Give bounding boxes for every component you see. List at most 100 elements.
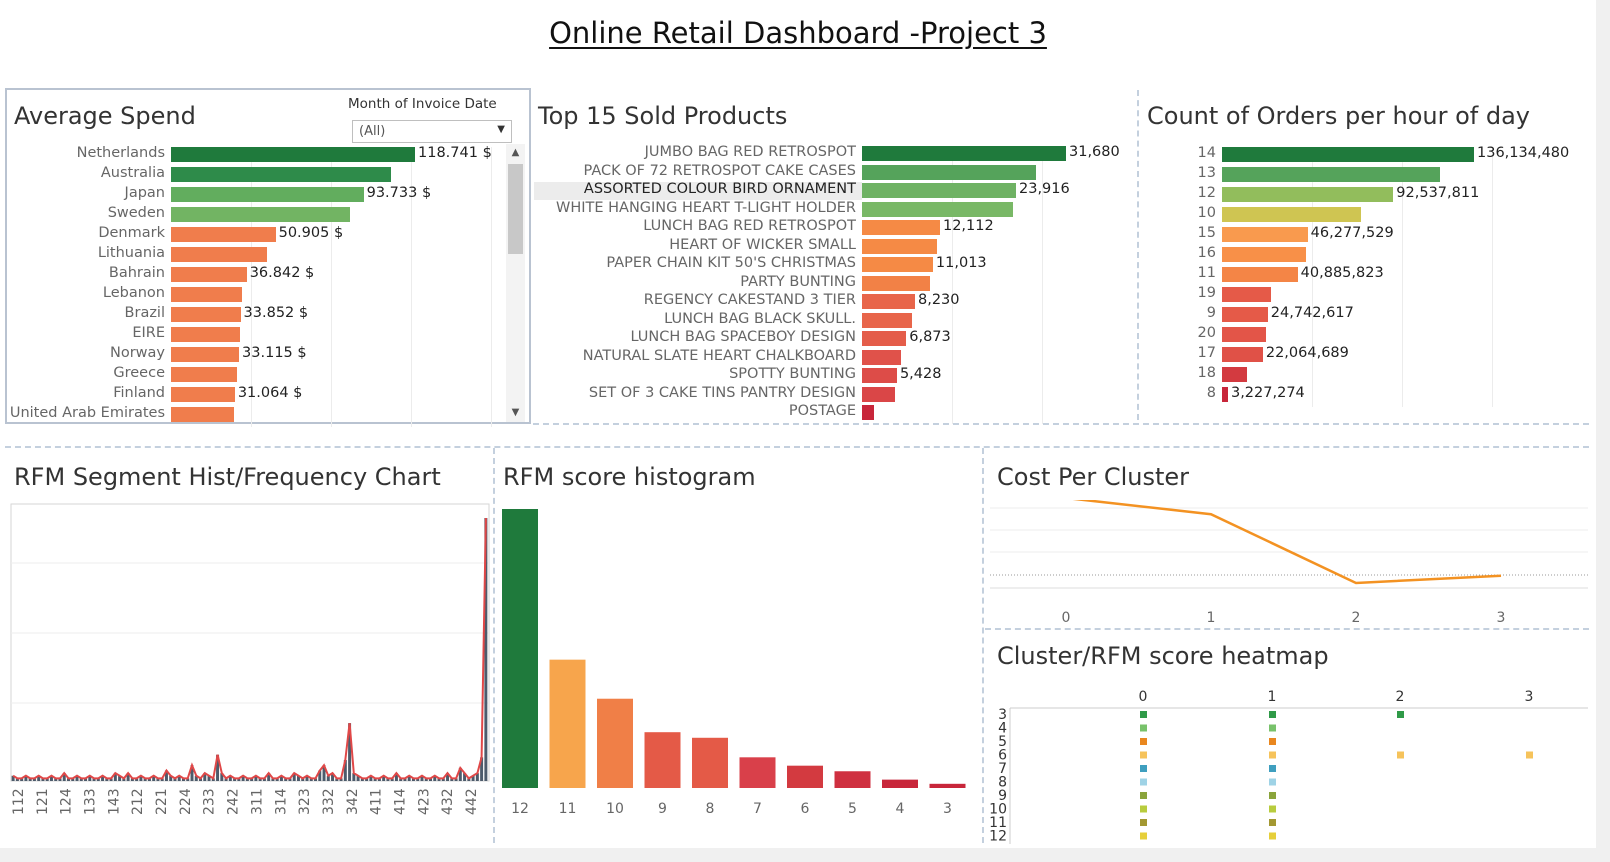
heatmap-cell[interactable]	[1397, 711, 1404, 718]
x-tick-label: 414	[393, 788, 409, 815]
bar[interactable]	[171, 247, 267, 262]
bar[interactable]	[862, 275, 931, 291]
bar-label: 10	[1197, 205, 1216, 221]
heatmap-cell[interactable]	[1140, 738, 1147, 745]
heatmap-cell[interactable]	[1140, 819, 1147, 826]
heatmap-cell[interactable]	[1140, 832, 1147, 840]
heatmap-cell[interactable]	[1140, 778, 1147, 786]
heatmap-cell[interactable]	[1269, 778, 1276, 786]
heatmap-cell[interactable]	[1269, 738, 1276, 745]
x-tick-label: 6	[801, 801, 810, 817]
bar[interactable]	[1222, 367, 1247, 382]
bar[interactable]	[171, 227, 276, 242]
bar[interactable]	[171, 367, 237, 382]
heatmap-cell[interactable]	[1269, 711, 1276, 718]
bar[interactable]	[862, 294, 915, 309]
bar[interactable]	[171, 307, 241, 322]
month-filter-dropdown[interactable]: (All) ▼	[352, 120, 512, 143]
heatmap-cell[interactable]	[1526, 751, 1533, 759]
bar[interactable]	[171, 167, 391, 182]
histogram-bar[interactable]	[834, 771, 871, 788]
heatmap-cell[interactable]	[1140, 805, 1147, 813]
bar-value: 23,916	[1019, 181, 1070, 197]
bar[interactable]	[1222, 287, 1272, 302]
bar[interactable]	[1222, 247, 1307, 262]
bar[interactable]	[1222, 347, 1263, 362]
bar-label: EIRE	[132, 325, 165, 341]
bar[interactable]	[1222, 267, 1298, 282]
bar-value: 50.905 $	[278, 225, 344, 241]
bar[interactable]	[862, 201, 1014, 217]
histogram-bar[interactable]	[692, 737, 728, 788]
divider	[533, 423, 1589, 425]
bar[interactable]	[171, 407, 234, 422]
bar[interactable]	[1222, 307, 1268, 322]
bar[interactable]	[862, 386, 896, 402]
bar[interactable]	[862, 257, 933, 272]
histogram-bar[interactable]	[502, 509, 538, 788]
grid-line	[1492, 147, 1493, 407]
heatmap-cell[interactable]	[1269, 805, 1276, 813]
bar-label: 20	[1197, 325, 1216, 341]
bar[interactable]	[171, 387, 235, 402]
bar[interactable]	[862, 405, 874, 420]
column-header: 2	[1396, 689, 1405, 705]
scroll-thumb[interactable]	[508, 164, 523, 254]
histogram-bar[interactable]	[929, 783, 966, 788]
histogram-bar[interactable]	[787, 765, 823, 788]
bar[interactable]	[171, 347, 240, 362]
bar[interactable]	[171, 267, 247, 282]
bar[interactable]	[862, 312, 913, 328]
heatmap-cell[interactable]	[1140, 724, 1147, 732]
heatmap-cell[interactable]	[1269, 751, 1276, 759]
bar[interactable]	[171, 147, 415, 162]
bar[interactable]	[1222, 387, 1228, 402]
heatmap-cell[interactable]	[1269, 832, 1276, 840]
bar-value: 136,134,480	[1477, 145, 1570, 161]
scroll-down-icon[interactable]: ▼	[506, 404, 525, 422]
bar-value: 118.741 $	[418, 145, 492, 161]
divider	[985, 628, 1589, 630]
bar-value: 92,537,811	[1396, 185, 1480, 201]
scrollbar[interactable]: ▲ ▼	[506, 144, 525, 422]
bar[interactable]	[1222, 227, 1308, 242]
bar[interactable]	[862, 220, 940, 235]
heatmap-cell[interactable]	[1269, 792, 1276, 799]
chevron-down-icon: ▼	[497, 124, 505, 135]
histogram-bar[interactable]	[882, 779, 918, 788]
heatmap-cell[interactable]	[1140, 751, 1147, 759]
bar[interactable]	[171, 327, 240, 342]
x-tick-label: 314	[273, 788, 289, 815]
heatmap-cell[interactable]	[1140, 792, 1147, 799]
scroll-up-icon[interactable]: ▲	[506, 144, 525, 162]
bar-label: LUNCH BAG RED RETROSPOT	[643, 218, 856, 234]
histogram-bar[interactable]	[739, 757, 776, 788]
bar-label: WHITE HANGING HEART T-LIGHT HOLDER	[555, 199, 856, 216]
row-label: 12	[990, 829, 1007, 845]
heatmap-cell[interactable]	[1269, 819, 1276, 826]
bar[interactable]	[862, 164, 1036, 180]
heatmap-cell[interactable]	[1269, 724, 1276, 732]
bar[interactable]	[862, 238, 937, 254]
bar[interactable]	[862, 146, 1066, 161]
heatmap-cell[interactable]	[1140, 711, 1147, 718]
bar[interactable]	[171, 187, 364, 202]
bar[interactable]	[1222, 167, 1441, 182]
histogram-bar[interactable]	[549, 659, 586, 788]
bar[interactable]	[862, 368, 897, 383]
bar[interactable]	[862, 349, 902, 365]
bar-label: 9	[1206, 305, 1216, 321]
histogram-bar[interactable]	[644, 732, 681, 788]
bar[interactable]	[862, 183, 1016, 198]
heatmap-cell[interactable]	[1269, 765, 1276, 772]
heatmap-cell[interactable]	[1397, 751, 1404, 759]
bar[interactable]	[1222, 147, 1474, 162]
bar[interactable]	[1222, 187, 1394, 202]
bar[interactable]	[862, 331, 907, 346]
bar[interactable]	[171, 287, 243, 302]
bar[interactable]	[1222, 327, 1267, 342]
histogram-bar[interactable]	[597, 698, 633, 788]
bar[interactable]	[1222, 207, 1361, 222]
bar[interactable]	[171, 207, 350, 222]
heatmap-cell[interactable]	[1140, 765, 1147, 772]
